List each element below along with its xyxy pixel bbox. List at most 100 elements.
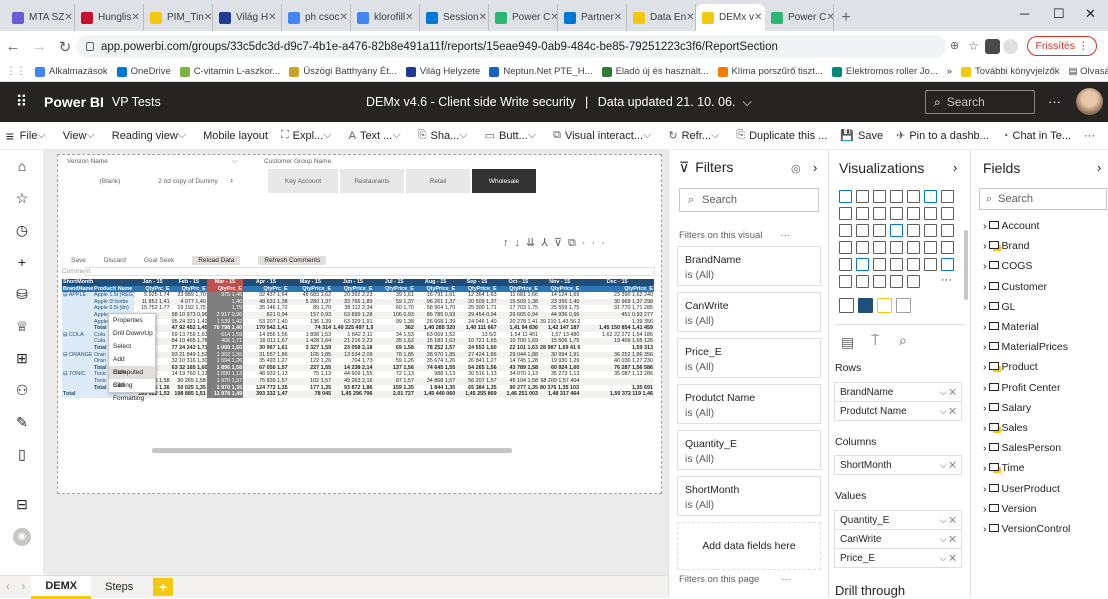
more-options-icon[interactable]: ··· — [582, 237, 611, 249]
matrix-cell[interactable]: 67 050 1,57 — [243, 364, 289, 372]
matrix-col-header[interactable]: Aug - 15 — [414, 279, 457, 286]
field-table-customer[interactable]: › Customer — [983, 281, 1047, 293]
filter-card[interactable]: BrandName is (All) — [677, 246, 821, 286]
field-table-sales[interactable]: › Sales — [983, 422, 1028, 434]
reading-list[interactable]: ▤ Olvasási lista — [1069, 66, 1108, 77]
matrix-cell[interactable]: 60 924 1,60 — [539, 364, 581, 372]
visual-type-icon[interactable] — [890, 224, 903, 237]
fields-tab-icon[interactable]: ▤ — [841, 334, 854, 351]
matrix-cell[interactable]: 975 1,46 — [206, 292, 244, 299]
datasets-icon[interactable]: ⛁ — [13, 286, 31, 304]
url-input[interactable]: app.powerbi.com/groups/33c5dc3d-d9c7-4b1… — [76, 35, 946, 58]
matrix-cell[interactable]: 39 1,61 — [373, 292, 414, 299]
matrix-cell[interactable]: 4 077 1,40 — [170, 298, 207, 306]
matrix-cell[interactable]: 105 1,85 — [288, 351, 333, 359]
matrix-cell[interactable]: 406 1,71 — [206, 338, 244, 345]
matrix-cell[interactable]: 99 1,38 — [373, 319, 414, 326]
hamburger-icon[interactable]: ≡ — [0, 128, 20, 144]
matrix-cell[interactable]: 157 0,93 — [288, 311, 333, 319]
matrix-cell[interactable]: 26 668 1,39 — [415, 319, 456, 326]
matrix-cell[interactable]: 38 112 2,34 — [332, 305, 373, 312]
matrix-cell[interactable]: 1 428 1,64 — [288, 338, 333, 345]
visual-type-icon[interactable] — [890, 241, 903, 254]
visual-type-icon[interactable] — [924, 207, 937, 220]
matrix-sub-header[interactable]: QtyPrc_E — [170, 285, 207, 293]
field-table-materialprices[interactable]: › MaterialPrices — [983, 341, 1068, 353]
matrix-cell[interactable]: 24 553 1,60 — [456, 345, 497, 352]
browser-tab[interactable]: Data En ✕ — [627, 4, 696, 31]
matrix-cell[interactable]: 35 273 1,13 — [539, 371, 580, 378]
matrix-cell[interactable]: 70 798 1,40 — [206, 325, 244, 332]
toolbar-item[interactable]: ··· — [1084, 130, 1095, 142]
browser-tab[interactable]: Világ H ✕ — [213, 4, 282, 31]
matrix-cell[interactable]: 2 917 0,96 — [206, 311, 244, 319]
visual-type-icon[interactable] — [941, 224, 954, 237]
matrix-cell[interactable]: 84 10 465 1,78 — [170, 338, 207, 345]
matrix-cell[interactable]: 59 1,37 — [373, 298, 415, 306]
matrix-cell[interactable]: 1 970 1,57 — [206, 377, 244, 385]
matrix-cell[interactable]: 44 936 0,96 — [539, 311, 581, 319]
visual-type-icon[interactable] — [873, 275, 886, 288]
matrix-col-header[interactable]: Mar - 15 — [206, 279, 244, 286]
matrix-cell[interactable]: 89 1,70 — [289, 305, 332, 312]
remove-field-icon[interactable]: ⌵ ✕ — [940, 515, 956, 526]
visual-type-icon[interactable] — [856, 258, 869, 271]
matrix-col-header[interactable]: Jun - 15 — [332, 279, 374, 286]
filter-card[interactable]: Quantity_E is (All) — [677, 430, 821, 470]
matrix-cell[interactable]: 75 1,13 — [289, 371, 332, 378]
matrix-cell[interactable]: 393 332 1,47 — [243, 391, 289, 398]
custom-visual-icon[interactable] — [858, 298, 873, 313]
close-icon[interactable]: ✕ — [64, 12, 72, 23]
reload-button[interactable]: ↻ — [52, 38, 78, 56]
matrix-cell[interactable]: 10 721 1,65 — [456, 338, 498, 345]
add-page-button[interactable]: + — [153, 578, 174, 596]
matrix-cell[interactable]: 27 424 1,86 — [456, 351, 498, 359]
context-menu-item[interactable]: Drill Down/Up — [109, 327, 155, 340]
format-tab-icon[interactable]: ⍑ — [871, 332, 879, 349]
apps-icon[interactable]: ⋮⋮ — [6, 66, 26, 77]
matrix-cell[interactable]: 32 437 1,64 — [243, 292, 289, 299]
close-icon[interactable]: ✕ — [339, 12, 347, 23]
field-table-salesperson[interactable]: › SalesPerson — [983, 442, 1061, 454]
close-icon[interactable]: ✕ — [131, 12, 139, 23]
custom-visual-icon[interactable] — [896, 298, 911, 313]
matrix-cell[interactable]: 988 1,13 — [415, 371, 456, 378]
custom-visual-icon[interactable] — [877, 298, 892, 313]
drill-up-icon[interactable]: ↑ — [503, 237, 515, 249]
other-bookmarks[interactable]: További könyvjelzők — [961, 66, 1060, 77]
matrix-cell[interactable]: 1,40 225 497 1,93 — [332, 325, 374, 332]
bookmark-item[interactable]: Klíma porszűrő tiszt... — [717, 66, 823, 77]
matrix-cell[interactable]: 614 1,59 — [206, 331, 244, 339]
visual-type-icon[interactable] — [941, 207, 954, 220]
matrix-cell[interactable]: 1 539 1,42 — [206, 318, 244, 326]
matrix-cell[interactable]: 1,39 356 — [580, 319, 654, 326]
field-table-userproduct[interactable]: › UserProduct — [983, 483, 1060, 495]
customer-option-wholesale[interactable]: Wholesale — [472, 169, 536, 193]
field-table-product[interactable]: › Product — [983, 361, 1038, 373]
field-table-account[interactable]: › Account — [983, 220, 1039, 232]
filter-card[interactable]: Produtct Name is (All) — [677, 384, 821, 424]
toolbar-item[interactable]: ↻ Refr... ⌵ — [668, 129, 723, 142]
matrix-cell[interactable]: 65 384 1,35 — [456, 385, 497, 392]
matrix-cell[interactable]: 1,45 440 060 — [414, 391, 457, 398]
matrix-col-header[interactable]: Jul - 15 — [373, 279, 415, 286]
matrix-col-header[interactable]: Jan - 15 — [134, 279, 171, 286]
customer-option-key-account[interactable]: Key Account — [268, 169, 338, 193]
matrix-cell[interactable]: 36 252 1,86 356 — [580, 351, 654, 359]
matrix-cell[interactable]: 96 261 1,37 — [414, 298, 457, 306]
matrix-cell[interactable]: 362 — [373, 325, 415, 332]
add-data-fields-drop[interactable]: Add data fields here — [677, 522, 821, 570]
matrix-cell[interactable]: 80 376 1,35 103 296 — [539, 385, 580, 392]
matrix-cell[interactable]: 1,54 11 401 — [498, 332, 539, 339]
matrix-cell[interactable]: 14 745 1,28 — [498, 358, 539, 365]
visual-type-icon[interactable] — [856, 241, 869, 254]
matrix-cell[interactable]: 1 970 1,35 — [206, 384, 244, 392]
matrix-cell[interactable]: 60 1,70 — [373, 305, 414, 312]
visual-type-icon[interactable] — [907, 258, 920, 271]
matrix-cell[interactable]: 87 1,57 — [373, 377, 415, 385]
matrix-cell[interactable]: 74 645 1,55 — [414, 364, 457, 372]
matrix-col-header[interactable]: Sep - 15 — [456, 279, 498, 286]
visual-type-icon[interactable] — [856, 207, 869, 220]
matrix-cell[interactable]: 1 302 1,55 — [206, 351, 244, 359]
matrix-cell[interactable]: 86 785 0,93 — [414, 311, 457, 319]
